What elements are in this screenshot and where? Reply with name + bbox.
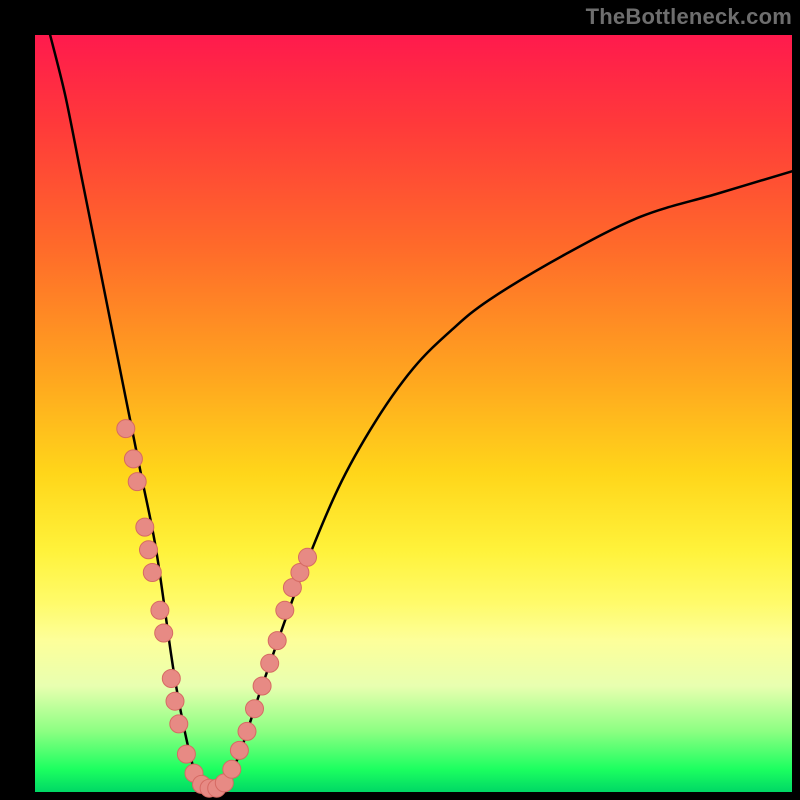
curve-marker xyxy=(276,601,294,619)
curve-marker xyxy=(143,564,161,582)
plot-area xyxy=(35,35,792,792)
curve-marker xyxy=(230,741,248,759)
curve-marker xyxy=(155,624,173,642)
chart-svg xyxy=(35,35,792,792)
curve-marker xyxy=(162,670,180,688)
curve-marker xyxy=(253,677,271,695)
curve-marker xyxy=(177,745,195,763)
curve-marker xyxy=(268,632,286,650)
curve-marker xyxy=(223,760,241,778)
curve-marker xyxy=(238,722,256,740)
curve-marker xyxy=(261,654,279,672)
chart-frame: TheBottleneck.com xyxy=(0,0,800,800)
curve-marker xyxy=(140,541,158,559)
curve-marker xyxy=(151,601,169,619)
curve-marker xyxy=(124,450,142,468)
curve-markers xyxy=(117,420,317,798)
curve-marker xyxy=(117,420,135,438)
bottleneck-curve xyxy=(50,35,792,789)
curve-marker xyxy=(170,715,188,733)
curve-marker xyxy=(128,473,146,491)
watermark-text: TheBottleneck.com xyxy=(586,4,792,30)
curve-marker xyxy=(246,700,264,718)
curve-marker xyxy=(166,692,184,710)
curve-marker xyxy=(299,548,317,566)
curve-marker xyxy=(136,518,154,536)
